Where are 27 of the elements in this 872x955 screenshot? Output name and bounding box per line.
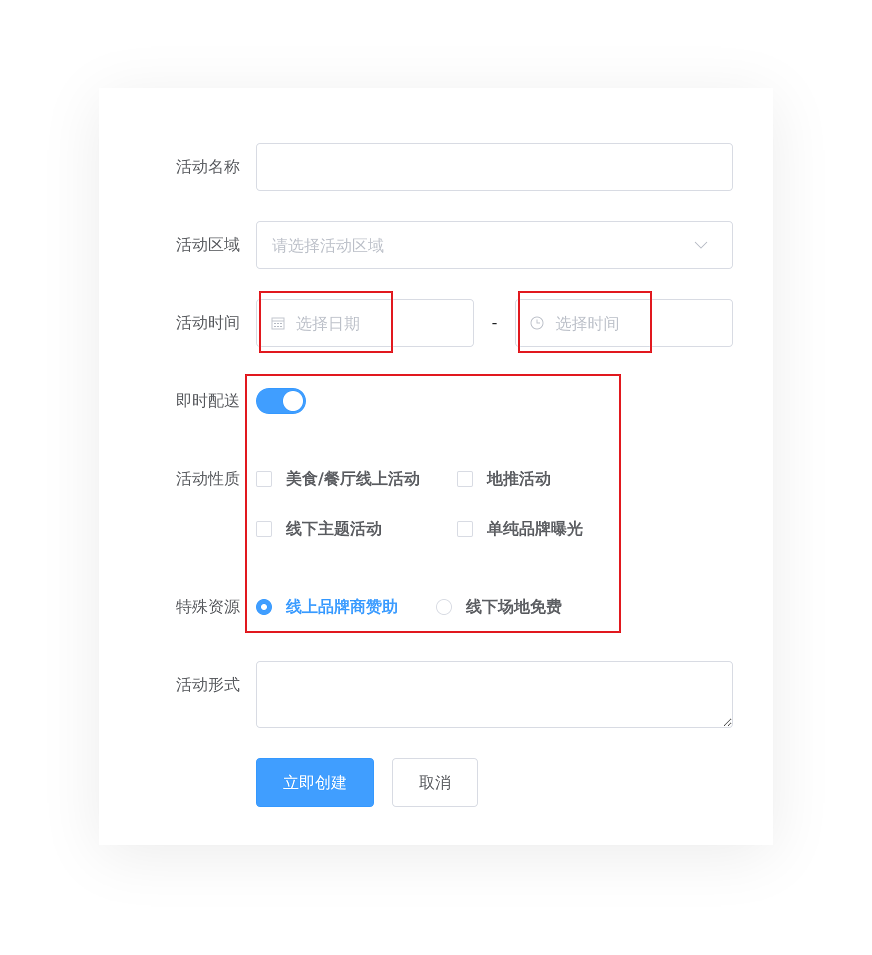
field-label: 活动时间 <box>175 312 241 334</box>
field-label: 即时配送 <box>175 390 241 412</box>
time-field[interactable]: 选择时间 <box>515 299 733 347</box>
field-label: 特殊资源 <box>175 596 241 618</box>
checkbox[interactable] <box>457 521 473 537</box>
checkbox-label[interactable]: 单纯品牌曝光 <box>487 517 583 541</box>
field-label: 活动名称 <box>175 156 241 178</box>
checkbox[interactable] <box>256 521 272 537</box>
textarea-field[interactable] <box>256 661 733 728</box>
field-label: 活动性质 <box>175 468 241 490</box>
toggle-switch[interactable] <box>256 388 306 414</box>
radio-button[interactable] <box>256 599 272 615</box>
radio-label[interactable]: 线下场地免费 <box>466 595 562 619</box>
calendar-icon <box>271 316 285 330</box>
clock-icon <box>530 316 544 330</box>
checkbox[interactable] <box>457 471 473 487</box>
checkbox[interactable] <box>256 471 272 487</box>
text-field[interactable] <box>256 143 733 191</box>
date-field[interactable]: 选择日期 <box>256 299 474 347</box>
checkbox-label[interactable]: 线下主题活动 <box>286 517 382 541</box>
checkbox-label[interactable]: 美食/餐厅线上活动 <box>286 467 420 491</box>
checkbox-label[interactable]: 地推活动 <box>487 467 551 491</box>
select-field[interactable]: 请选择活动区域 <box>256 221 733 269</box>
field-label: 活动形式 <box>175 674 241 696</box>
separator-text: - <box>490 312 498 334</box>
cancel-button[interactable]: 取消 <box>392 758 478 807</box>
field-label: 活动区域 <box>175 234 241 256</box>
